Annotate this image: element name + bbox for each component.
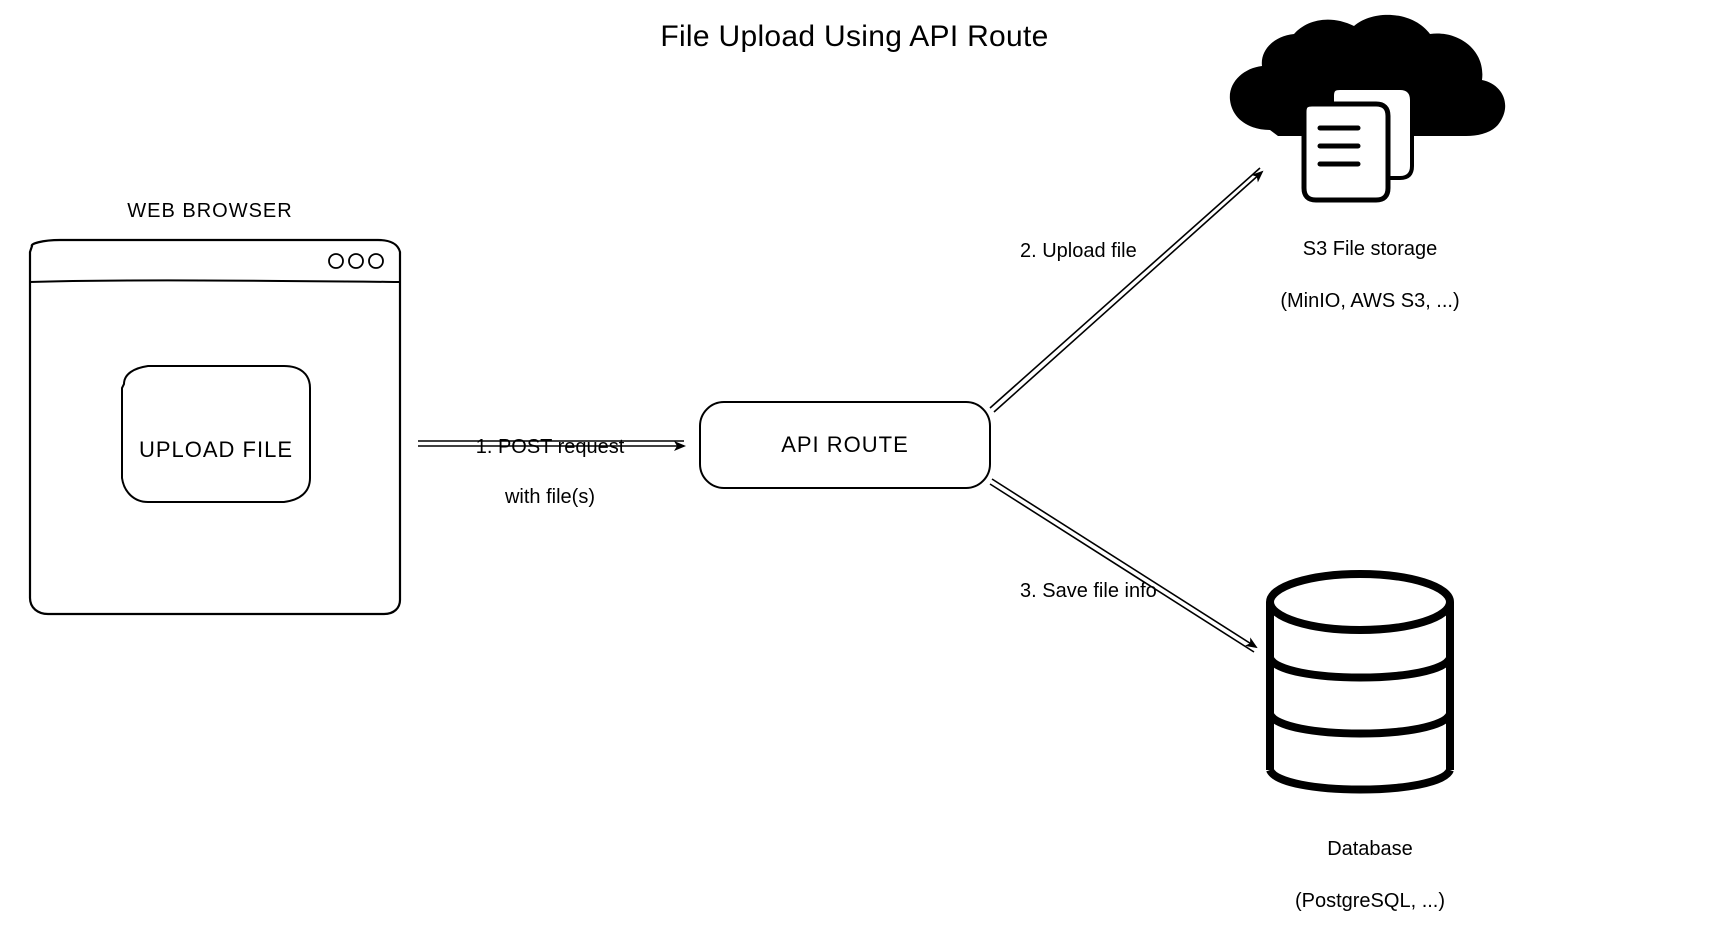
diagram-svg <box>0 0 1709 941</box>
arrow-post-line1: 1. POST request <box>476 436 625 458</box>
db-caption: Database (PostgreSQL, ...) <box>1250 810 1490 914</box>
cloud-files-icon <box>1230 15 1505 200</box>
upload-file-text: UPLOAD FILE <box>139 437 293 462</box>
arrow-upload-label: 2. Upload file <box>1020 240 1200 263</box>
api-route-label: API ROUTE <box>700 432 990 458</box>
arrow-post-line2: with file(s) <box>505 486 595 508</box>
arrow-upload-file <box>990 168 1262 412</box>
upload-file-button-label: UPLOAD FILE <box>136 408 296 463</box>
browser-label: WEB BROWSER <box>80 200 340 223</box>
database-icon <box>1270 574 1450 790</box>
db-subtitle: (PostgreSQL, ...) <box>1295 890 1445 912</box>
arrow-save-label: 3. Save file info <box>1020 580 1220 603</box>
s3-title: S3 File storage <box>1303 238 1438 260</box>
db-title: Database <box>1327 838 1413 860</box>
diagram-stage: File Upload Using API Route <box>0 0 1709 941</box>
s3-caption: S3 File storage (MinIO, AWS S3, ...) <box>1250 210 1490 314</box>
s3-subtitle: (MinIO, AWS S3, ...) <box>1280 290 1459 312</box>
arrow-save-file-info <box>990 479 1256 652</box>
arrow-post-label: 1. POST request with file(s) <box>450 410 650 510</box>
